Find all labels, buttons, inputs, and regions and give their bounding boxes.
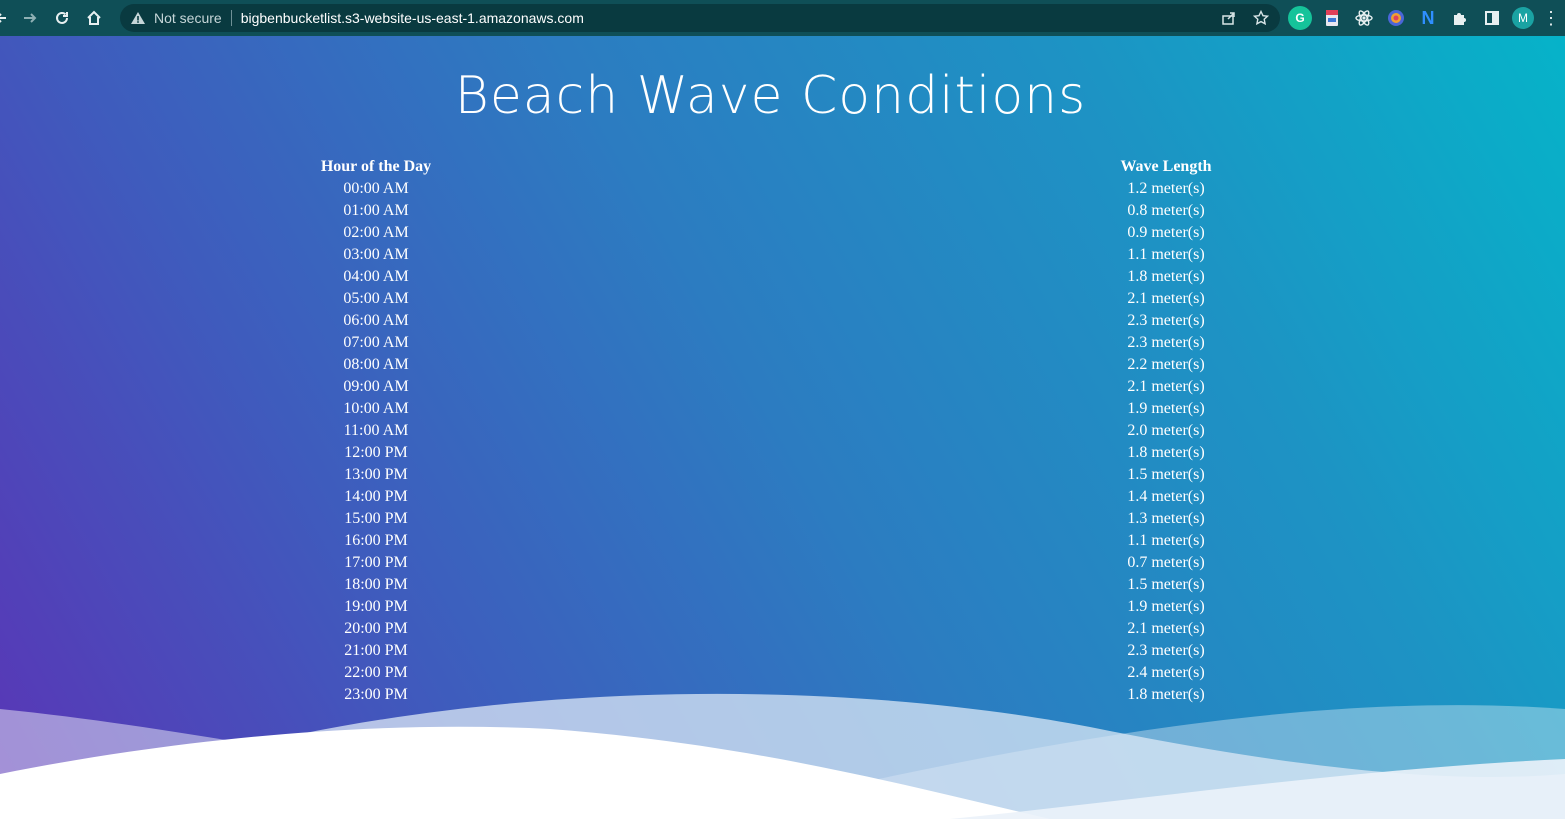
- hour-cell: 14:00 PM: [344, 488, 408, 505]
- hour-cell: 03:00 AM: [343, 246, 409, 263]
- reload-icon: [56, 11, 68, 24]
- wave-length-cell: 1.5 meter(s): [1127, 576, 1205, 593]
- wave-length-cell: 0.9 meter(s): [1127, 224, 1205, 241]
- hour-cell: 15:00 PM: [344, 510, 408, 527]
- hour-cell: 17:00 PM: [344, 554, 408, 571]
- warning-icon[interactable]: [130, 10, 146, 26]
- wave-length-cell: 2.1 meter(s): [1127, 290, 1205, 307]
- wave-length-cell: 1.5 meter(s): [1127, 466, 1205, 483]
- reload-button[interactable]: [46, 2, 78, 34]
- arrow-right-icon: [24, 13, 37, 23]
- wave-length-cell: 1.2 meter(s): [1127, 180, 1205, 197]
- extensions-bar: G N M ⋮: [1288, 4, 1560, 32]
- wave-length-cell: 1.3 meter(s): [1127, 510, 1205, 527]
- wave-length-cell: 2.2 meter(s): [1127, 356, 1205, 373]
- wave-length-cell: 2.3 meter(s): [1127, 334, 1205, 351]
- wave-length-cell: 1.9 meter(s): [1127, 598, 1205, 615]
- hour-cell: 21:00 PM: [344, 642, 408, 659]
- forward-button[interactable]: [14, 2, 46, 34]
- wave-length-cell: 1.8 meter(s): [1127, 268, 1205, 285]
- home-icon: [87, 10, 101, 25]
- side-panel-icon[interactable]: [1480, 6, 1504, 30]
- hour-cell: 18:00 PM: [344, 576, 408, 593]
- hour-cell: 16:00 PM: [344, 532, 408, 549]
- home-button[interactable]: [78, 2, 110, 34]
- hour-cell: 19:00 PM: [344, 598, 408, 615]
- hour-cell: 05:00 AM: [343, 290, 409, 307]
- wave-length-cell: 2.1 meter(s): [1127, 378, 1205, 395]
- bookmark-star-icon[interactable]: [1250, 7, 1272, 29]
- share-icon[interactable]: [1218, 7, 1240, 29]
- profile-avatar[interactable]: M: [1512, 7, 1534, 29]
- hour-cell: 13:00 PM: [344, 466, 408, 483]
- browser-toolbar: Not secure bigbenbucketlist.s3-website-u…: [0, 0, 1565, 36]
- wave-length-cell: 2.3 meter(s): [1127, 642, 1205, 659]
- hour-cell: 10:00 AM: [343, 400, 409, 417]
- hour-cell: 22:00 PM: [344, 664, 408, 681]
- address-bar[interactable]: Not secure bigbenbucketlist.s3-website-u…: [120, 4, 1280, 32]
- wave-length-cell: 1.9 meter(s): [1127, 400, 1205, 417]
- wave-length-cell: 0.7 meter(s): [1127, 554, 1205, 571]
- hour-cell: 00:00 AM: [343, 180, 409, 197]
- wave-length-cell: 0.8 meter(s): [1127, 202, 1205, 219]
- security-label[interactable]: Not secure: [154, 10, 222, 26]
- wave-decoration: [0, 693, 1565, 819]
- hour-cell: 12:00 PM: [344, 444, 408, 461]
- hour-column: Hour of the Day 00:00 AM 01:00 AM 02:00 AM…: [306, 156, 446, 706]
- address-bar-actions: [1218, 4, 1272, 32]
- grammarly-icon[interactable]: G: [1288, 6, 1312, 30]
- page-title: Beach Wave Conditions: [454, 66, 1087, 126]
- n-ext-icon[interactable]: N: [1416, 6, 1440, 30]
- wave-length-cell: 1.1 meter(s): [1127, 246, 1205, 263]
- menu-kebab-icon[interactable]: ⋮: [1542, 8, 1560, 29]
- hour-cell: 06:00 AM: [343, 312, 409, 329]
- hour-cell: 09:00 AM: [343, 378, 409, 395]
- wave-length-cell: 1.4 meter(s): [1127, 488, 1205, 505]
- wave-length-cell: 1.1 meter(s): [1127, 532, 1205, 549]
- address-divider: [230, 10, 232, 26]
- wave-length-cell: 1.8 meter(s): [1127, 444, 1205, 461]
- wave-length-cell: 2.4 meter(s): [1127, 664, 1205, 681]
- hour-cell: 11:00 AM: [343, 422, 409, 439]
- hour-cell: 01:00 AM: [343, 202, 409, 219]
- react-devtools-icon[interactable]: [1352, 6, 1376, 30]
- wave-header: Wave Length: [1120, 158, 1212, 175]
- hour-cell: 04:00 AM: [343, 268, 409, 285]
- bookmark-ext-icon[interactable]: [1320, 6, 1344, 30]
- wave-length-cell: 2.3 meter(s): [1127, 312, 1205, 329]
- arrow-left-icon: [0, 13, 6, 23]
- wave-length-cell: 2.1 meter(s): [1127, 620, 1205, 637]
- back-button[interactable]: [0, 2, 10, 34]
- hour-cell: 20:00 PM: [344, 620, 408, 637]
- url-text[interactable]: bigbenbucketlist.s3-website-us-east-1.am…: [241, 10, 584, 26]
- puzzle-icon[interactable]: [1448, 6, 1472, 30]
- hour-cell: 08:00 AM: [343, 356, 409, 373]
- wave-length-cell: 2.0 meter(s): [1127, 422, 1205, 439]
- hour-cell: 07:00 AM: [343, 334, 409, 351]
- hour-header: Hour of the Day: [320, 158, 432, 175]
- wave-column: Wave Length 1.2 meter(s) 0.8 meter(s) 0.9 …: [1096, 156, 1236, 706]
- colorful-ext-icon[interactable]: [1384, 6, 1408, 30]
- page-body: Beach Wave Conditions Hour of the Day 00…: [0, 36, 1565, 819]
- hour-cell: 02:00 AM: [343, 224, 409, 241]
